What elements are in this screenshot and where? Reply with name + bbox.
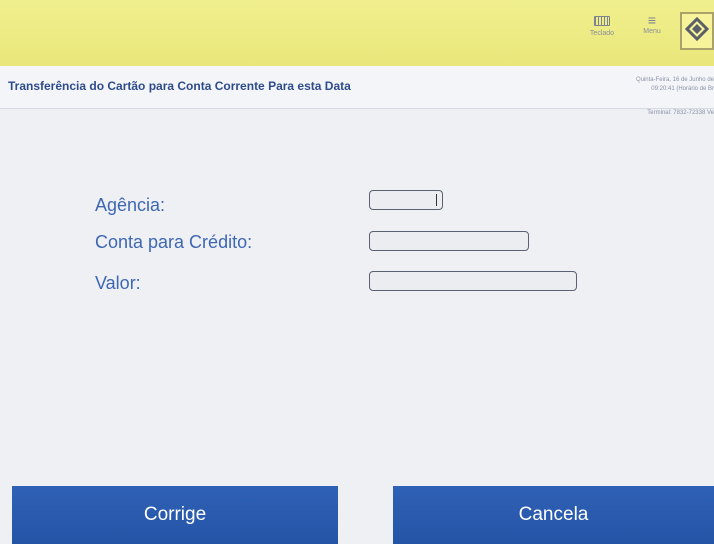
agencia-label: Agência: (95, 195, 166, 215)
header: Transferência do Cartão para Conta Corre… (0, 66, 714, 109)
valor-field[interactable] (369, 271, 577, 291)
top-bar: Teclado ≡ Menu (0, 0, 714, 66)
menu-icon: ≡ (647, 12, 657, 28)
bank-logo-icon (684, 16, 710, 42)
menu-button[interactable]: ≡ Menu (630, 12, 674, 50)
date-line-2: 09:20:41 (Horário de Br (651, 86, 714, 92)
conta-label: Conta para Crédito: (95, 232, 253, 252)
teclado-label: Teclado (589, 30, 615, 37)
date-line-1: Quinta-Feira, 16 de Junho de (635, 77, 714, 83)
valor-label: Valor: (95, 273, 141, 293)
keyboard-icon (594, 16, 610, 26)
date-time: Quinta-Feira, 16 de Junho de 09:20:41 (H… (564, 76, 714, 94)
agencia-field[interactable] (369, 190, 443, 210)
text-caret (435, 194, 437, 206)
cancela-button[interactable]: Cancela (393, 486, 714, 544)
bank-logo (680, 12, 714, 50)
teclado-button[interactable]: Teclado (580, 12, 624, 50)
conta-field[interactable] (369, 231, 529, 251)
cancela-label: Cancela (518, 504, 589, 525)
page-title: Transferência do Cartão para Conta Corre… (8, 79, 351, 93)
corrige-label: Corrige (143, 504, 207, 525)
menu-label: Menu (643, 28, 661, 35)
corrige-button[interactable]: Corrige (12, 486, 338, 544)
terminal-info: Terminal: 7832-72338 Ve (647, 110, 714, 116)
